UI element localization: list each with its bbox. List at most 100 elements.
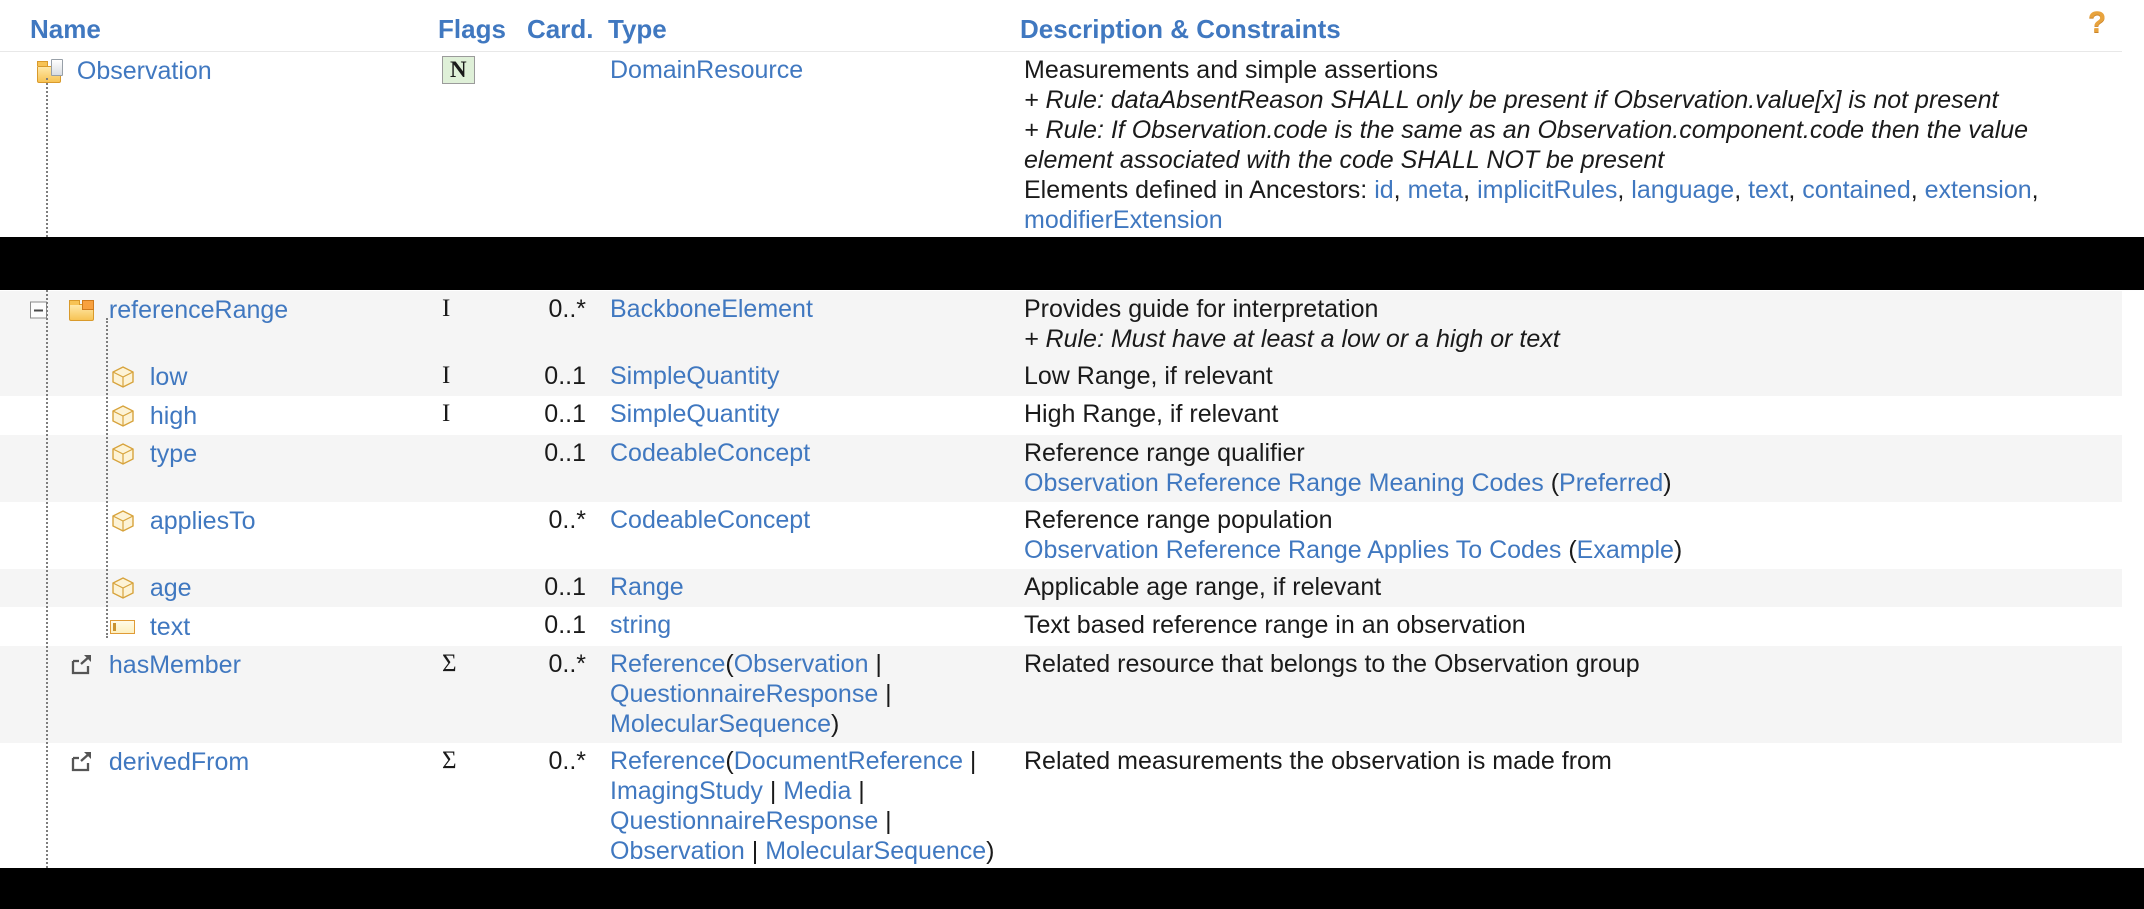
type-link[interactable]: CodeableConcept [610,506,810,534]
element-name-link[interactable]: hasMember [109,651,241,679]
description-text: Low Range, if relevant [1024,362,1273,390]
element-name-link[interactable]: referenceRange [109,296,288,324]
description-text: , [1788,176,1803,204]
type-link[interactable]: Range [610,573,684,601]
row-name-cell: derivedFrom [0,743,438,870]
element-name-link[interactable]: Observation [77,57,212,85]
description-text: , [1393,176,1408,204]
description-text: , [2031,176,2039,204]
description-link[interactable]: extension [1925,176,2032,204]
table-row[interactable]: type 0..1 CodeableConcept Reference rang… [0,434,2122,502]
tree-node-appliesto: appliesTo [0,505,438,536]
type-link[interactable]: Reference [610,650,725,678]
row-name-cell: hasMember [0,645,438,743]
description-text: + Rule: If Observation.code is the same … [1024,116,2029,174]
table-row[interactable]: hasMember Σ 0..* Reference(Observation |… [0,645,2122,743]
table-row[interactable]: low I 0..1 SimpleQuantity Low Range, if … [0,358,2122,397]
type-separator: | [962,746,977,775]
description-line: Provides guide for interpretation [1024,294,2122,324]
row-card-cell: 0..* [527,291,608,358]
element-name-link[interactable]: age [150,574,192,602]
type-link[interactable]: MolecularSequence [765,837,986,865]
help-icon[interactable]: ? [2080,6,2114,40]
description-link[interactable]: id [1374,176,1393,204]
description-link[interactable]: Observation Reference Range Applies To C… [1024,536,1561,564]
description-link[interactable]: modifierExtension [1024,206,1223,234]
description-text: , [1617,176,1632,204]
row-flags-cell: Σ [442,746,457,774]
type-link[interactable]: SimpleQuantity [610,400,780,428]
type-link[interactable]: CodeableConcept [610,439,810,467]
row-name-cell: type [0,434,438,502]
header-row: Name Flags Card. Type Description & Cons… [0,6,2122,52]
element-name-link[interactable]: high [150,402,197,430]
description-text: Related resource that belongs to the Obs… [1024,649,1640,678]
desc-lines: Measurements and simple assertions + Rule… [1024,55,2122,235]
table-row[interactable]: text 0..1 string Text based reference ra… [0,607,2122,645]
row-name-cell: high [0,396,438,434]
type-link[interactable]: Observation [610,837,745,865]
redacted-bar-top [0,237,2144,290]
type-link[interactable]: Media [783,777,851,805]
type-link[interactable]: QuestionnaireResponse [610,807,878,835]
row-description-cell: Reference range qualifier Observation Ref… [1020,434,2122,502]
datatype-icon [110,576,136,600]
table-row[interactable]: high I 0..1 SimpleQuantity High Range, i… [0,396,2122,434]
element-name-link[interactable]: derivedFrom [109,748,249,776]
type-separator: | [868,649,882,678]
table-row[interactable]: derivedFrom Σ 0..* Reference(DocumentRef… [0,743,2122,870]
element-name-link[interactable]: low [150,363,188,391]
type-link[interactable]: Observation [734,650,869,678]
column-header-flags: Flags [438,14,527,52]
description-link[interactable]: language [1631,176,1734,204]
type-link[interactable]: BackboneElement [610,295,813,323]
description-link[interactable]: Observation Reference Range Meaning Code… [1024,469,1544,497]
table-row[interactable]: age 0..1 Range Applicable age range, if … [0,568,2122,608]
description-text: , [1734,176,1749,204]
structure-table-top: Name Flags Card. Type Description & Cons… [0,6,2122,240]
element-name-link[interactable]: type [150,440,197,468]
datatype-icon [110,442,136,466]
folder-icon [68,299,95,322]
type-link[interactable]: MolecularSequence [610,710,831,738]
description-link[interactable]: Example [1577,536,1674,564]
type-link[interactable]: QuestionnaireResponse [610,680,878,708]
type-link[interactable]: ImagingStudy [610,777,763,805]
type-link[interactable]: DomainResource [610,56,803,84]
row-name-cell: age [0,568,438,608]
description-text: ) [1673,535,1683,564]
description-link[interactable]: text [1748,176,1788,204]
description-text: ( [1561,535,1577,564]
description-link[interactable]: contained [1802,176,1910,204]
table-row[interactable]: appliesTo 0..* CodeableConcept Reference… [0,502,2122,569]
description-text: ( [1543,468,1560,497]
table-row[interactable]: Observation N DomainResource Measurement… [0,52,2122,240]
type-link[interactable]: SimpleQuantity [610,362,780,390]
column-header-card: Card. [527,14,608,52]
description-link[interactable]: implicitRules [1477,176,1617,204]
reference-icon [69,750,95,774]
row-flags-cell: N [438,52,527,240]
element-name-link[interactable]: appliesTo [150,507,256,535]
description-line: Low Range, if relevant [1024,361,2122,391]
row-type-cell: Reference(DocumentReference | ImagingStu… [608,743,1020,870]
type-link[interactable]: Reference [610,747,725,775]
row-type-cell: SimpleQuantity [608,358,1020,397]
type-link[interactable]: string [610,611,671,639]
row-name-cell: Observation [0,52,438,240]
row-flags-cell: I [438,291,527,358]
row-flags-cell [438,502,527,569]
row-description-cell: Related measurements the observation is … [1020,743,2122,870]
description-line: Related measurements the observation is … [1024,746,2122,776]
table-row[interactable]: referenceRange I 0..* BackboneElement Pr… [0,291,2122,358]
row-card-cell: 0..1 [544,400,586,429]
row-type-cell: BackboneElement [608,291,1020,358]
expander-minus-icon[interactable] [30,301,47,319]
type-link[interactable]: DocumentReference [734,747,963,775]
element-name-link[interactable]: text [150,613,190,641]
description-link[interactable]: meta [1408,176,1464,204]
description-link[interactable]: Preferred [1559,469,1663,497]
row-card-cell: 0..1 [527,568,608,608]
description-line: Text based reference range in an observa… [1024,610,2122,640]
row-name-cell: text [0,607,438,645]
